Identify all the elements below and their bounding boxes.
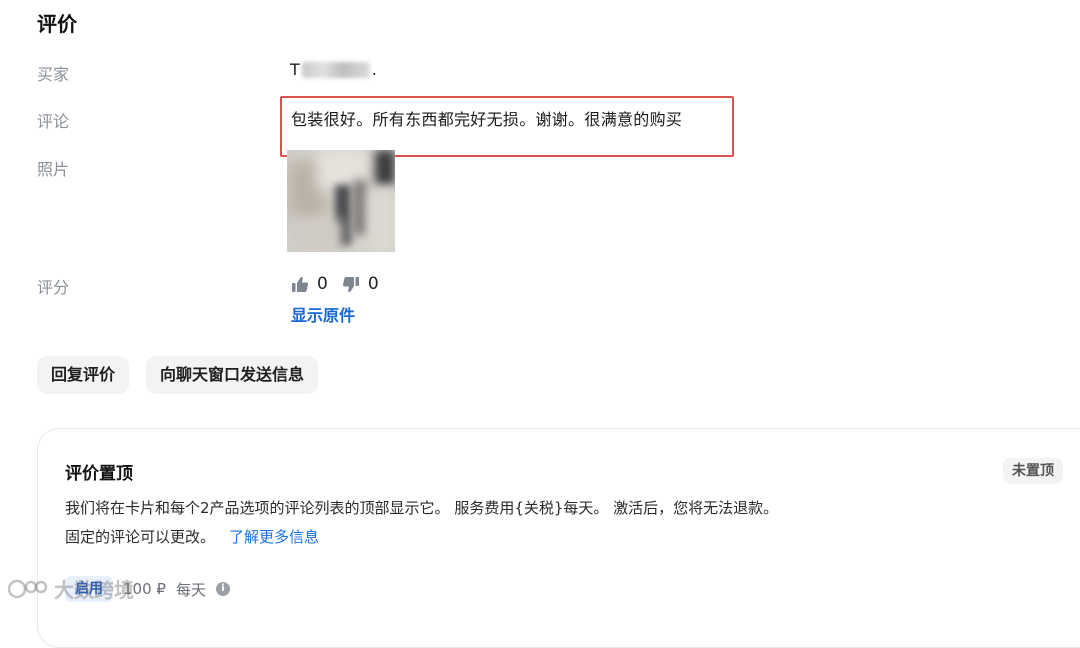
- watermark: 大数跨境: [8, 574, 134, 603]
- info-icon[interactable]: i: [215, 582, 230, 596]
- watermark-text: 大数跨境: [54, 578, 134, 602]
- buyer-name: T .: [290, 60, 377, 79]
- pin-status-badge: 未置顶: [1003, 458, 1063, 484]
- dislikes-count: 0: [367, 274, 379, 294]
- section-title: 评价: [37, 12, 77, 36]
- buyer-name-redacted: [301, 61, 370, 78]
- pin-card-description-2: 固定的评论可以更改。 了解更多信息: [65, 526, 319, 547]
- pin-card-title: 评价置顶: [65, 464, 133, 484]
- rating-label: 评分: [37, 278, 70, 297]
- likes-count: 0: [317, 274, 328, 294]
- show-original-link[interactable]: 显示原件: [291, 302, 355, 326]
- comment-text: 包装很好。所有东西都完好无损。谢谢。很满意的购买: [291, 110, 683, 129]
- thumbs-up-icon[interactable]: [291, 276, 309, 293]
- thumbs-down-icon[interactable]: [342, 276, 360, 293]
- review-photo[interactable]: [287, 150, 395, 252]
- learn-more-link[interactable]: 了解更多信息: [229, 526, 319, 547]
- pin-card-note: 固定的评论可以更改。: [65, 528, 216, 546]
- price-period: 每天: [175, 580, 206, 599]
- photos-label: 照片: [37, 160, 70, 179]
- comment-label: 评论: [37, 112, 70, 131]
- watermark-logo-icon: [8, 579, 48, 598]
- buyer-initial: T: [290, 60, 300, 79]
- pin-card-description: 我们将在卡片和每个2产品选项的评论列表的顶部显示它。 服务费用{关税}每天。 激…: [65, 499, 779, 517]
- reply-review-button[interactable]: 回复评价: [37, 356, 130, 394]
- send-chat-message-button[interactable]: 向聊天窗口发送信息: [146, 356, 319, 394]
- buyer-label: 买家: [37, 65, 70, 84]
- buyer-suffix: .: [371, 60, 377, 79]
- rating-row: 0 0: [291, 274, 379, 294]
